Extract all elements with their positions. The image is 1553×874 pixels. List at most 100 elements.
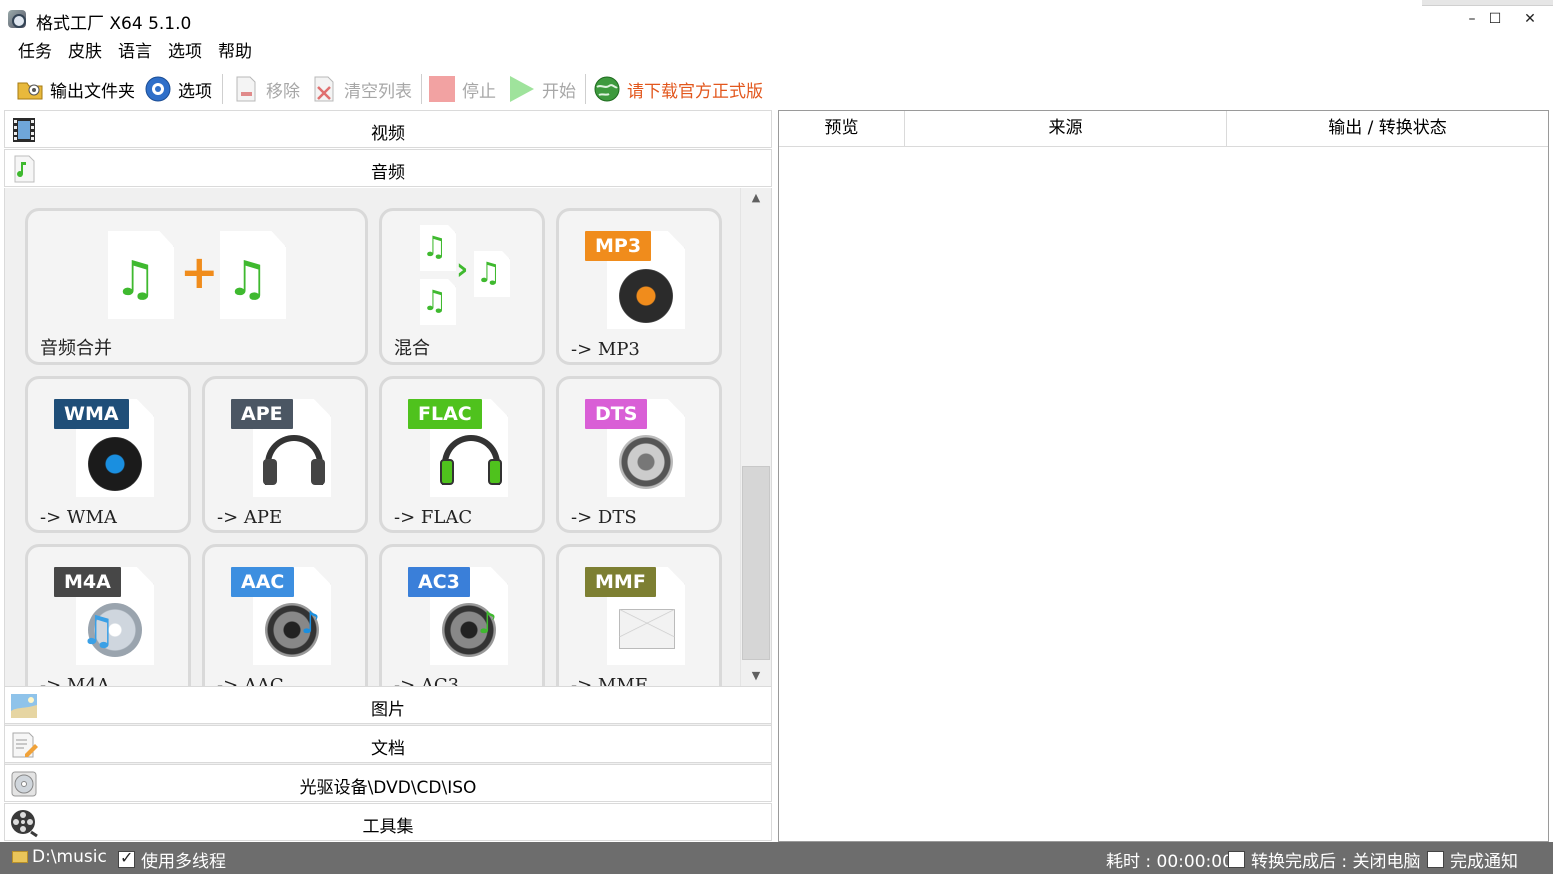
tile-mix-label: 混合 [394, 338, 430, 359]
after-complete-option[interactable]: 转换完成后 : 关闭电脑 [1228, 847, 1421, 872]
after-complete-label: 转换完成后 : 关闭电脑 [1251, 852, 1421, 872]
toolbar: 输出文件夹 选项 移除 清空列表 停止 开始 请下载官方正式版 [0, 70, 1553, 108]
m4a-badge: M4A [54, 567, 121, 597]
column-preview[interactable]: 预览 [779, 111, 905, 146]
tile-mp3-label: -> MP3 [571, 339, 640, 360]
category-audio-label: 音频 [371, 163, 405, 183]
tile-mp3[interactable]: MP3 -> MP3 [556, 208, 722, 365]
toolbar-separator [585, 74, 586, 104]
category-document[interactable]: 文档 [4, 725, 772, 763]
category-rom-label: 光驱设备\DVD\CD\ISO [299, 778, 477, 798]
column-source[interactable]: 来源 [905, 111, 1227, 146]
tile-dts[interactable]: DTS -> DTS [556, 376, 722, 533]
tile-audio-merge-label: 音频合并 [40, 338, 112, 359]
category-picture[interactable]: 图片 [4, 686, 772, 724]
menu-task[interactable]: 任务 [10, 40, 60, 66]
output-path[interactable]: D:\music [12, 847, 107, 867]
clear-list-icon [310, 75, 338, 103]
category-picture-label: 图片 [371, 700, 405, 720]
task-list-header: 预览 来源 输出 / 转换状态 [779, 111, 1548, 147]
dts-badge: DTS [585, 399, 648, 429]
elapsed-time-text: 耗时 : 00:00:00 [1106, 852, 1233, 872]
remove-button[interactable]: 移除 [232, 70, 300, 108]
clear-list-label: 清空列表 [344, 81, 412, 102]
menu-help[interactable]: 帮助 [210, 40, 260, 66]
tile-flac[interactable]: FLAC -> FLAC [379, 376, 545, 533]
start-label: 开始 [542, 81, 576, 102]
notify-option[interactable]: 完成通知 [1427, 847, 1518, 872]
status-bar: D:\music 使用多线程 耗时 : 00:00:00 转换完成后 : 关闭电… [0, 842, 1553, 874]
wma-badge: WMA [54, 399, 129, 429]
tile-ape-label: -> APE [217, 507, 283, 528]
stop-icon [428, 75, 456, 103]
ac3-badge: AC3 [408, 567, 470, 597]
notify-label: 完成通知 [1450, 852, 1518, 872]
output-folder-label: 输出文件夹 [50, 81, 135, 102]
scroll-up-icon[interactable]: ▲ [741, 188, 771, 208]
globe-icon [593, 75, 621, 103]
tile-mmf[interactable]: MMF -> MMF [556, 544, 722, 701]
category-video[interactable]: 视频 [4, 110, 772, 148]
tile-wma-label: -> WMA [40, 507, 117, 528]
multithread-checkbox[interactable] [118, 848, 135, 868]
multithread-label: 使用多线程 [141, 852, 226, 872]
remove-label: 移除 [266, 81, 300, 102]
tile-mix[interactable]: ♫ ♫ › ♫ 混合 [379, 208, 545, 365]
menu-language[interactable]: 语言 [110, 40, 160, 66]
tile-audio-merge[interactable]: ♫ + ♫ 音频合并 [25, 208, 368, 365]
mp3-badge: MP3 [585, 231, 652, 261]
category-panel: 视频 音频 ♫ + ♫ 音频合并 ♫ ♫ › ♫ 混合 MP3 -> MP3 W… [4, 110, 772, 842]
aac-badge: AAC [231, 567, 295, 597]
category-video-label: 视频 [371, 124, 405, 144]
multithread-option[interactable]: 使用多线程 [118, 847, 226, 872]
task-list-panel[interactable]: 预览 来源 输出 / 转换状态 [778, 110, 1549, 842]
download-official-label: 请下载官方正式版 [627, 81, 763, 102]
grid-scrollbar[interactable]: ▲ ▼ [740, 188, 770, 686]
speaker-icon [619, 435, 673, 489]
after-complete-checkbox[interactable] [1228, 851, 1245, 868]
close-button[interactable]: ✕ [1507, 0, 1553, 38]
folder-icon [16, 75, 44, 103]
tile-wma[interactable]: WMA -> WMA [25, 376, 191, 533]
window-title: 格式工厂 X64 5.1.0 [36, 14, 192, 34]
menu-options[interactable]: 选项 [160, 40, 210, 66]
output-path-text: D:\music [32, 847, 107, 867]
options-button[interactable]: 选项 [144, 70, 212, 108]
options-label: 选项 [178, 81, 212, 102]
flac-badge: FLAC [408, 399, 482, 429]
notify-checkbox[interactable] [1427, 851, 1444, 868]
tile-dts-label: -> DTS [571, 507, 637, 528]
category-audio[interactable]: 音频 [4, 149, 772, 187]
stop-label: 停止 [462, 81, 496, 102]
category-tools[interactable]: 工具集 [4, 803, 772, 841]
start-button[interactable]: 开始 [508, 70, 576, 108]
output-folder-button[interactable]: 输出文件夹 [16, 70, 135, 108]
app-logo-icon [8, 10, 26, 28]
gear-icon [144, 75, 172, 103]
menu-skin[interactable]: 皮肤 [60, 40, 110, 66]
tile-ac3[interactable]: AC3 ♪ -> AC3 [379, 544, 545, 701]
toolbar-separator [421, 74, 422, 104]
clear-list-button[interactable]: 清空列表 [310, 70, 412, 108]
folder-icon [12, 851, 28, 863]
column-output-status[interactable]: 输出 / 转换状态 [1227, 111, 1548, 146]
category-tools-label: 工具集 [362, 817, 414, 837]
scroll-down-icon[interactable]: ▼ [741, 666, 771, 686]
tile-aac[interactable]: AAC ♪ -> AAC [202, 544, 368, 701]
toolbar-separator [222, 74, 223, 104]
tile-m4a[interactable]: M4A ♫ -> M4A [25, 544, 191, 701]
category-rom-device[interactable]: 光驱设备\DVD\CD\ISO [4, 764, 772, 802]
category-document-label: 文档 [371, 739, 405, 759]
title-bar: 格式工厂 X64 5.1.0 – ☐ ✕ [0, 0, 1553, 38]
menu-bar: 任务 皮肤 语言 选项 帮助 [10, 40, 260, 66]
stop-button[interactable]: 停止 [428, 70, 496, 108]
download-official-link[interactable]: 请下载官方正式版 [593, 70, 763, 108]
elapsed-time: 耗时 : 00:00:00 [1106, 847, 1233, 872]
audio-tools-grid: ♫ + ♫ 音频合并 ♫ ♫ › ♫ 混合 MP3 -> MP3 WMA -> … [4, 188, 772, 764]
scroll-thumb[interactable] [742, 466, 770, 660]
tile-flac-label: -> FLAC [394, 507, 473, 528]
mmf-badge: MMF [585, 567, 656, 597]
play-icon [508, 75, 536, 103]
tile-ape[interactable]: APE -> APE [202, 376, 368, 533]
remove-file-icon [232, 75, 260, 103]
